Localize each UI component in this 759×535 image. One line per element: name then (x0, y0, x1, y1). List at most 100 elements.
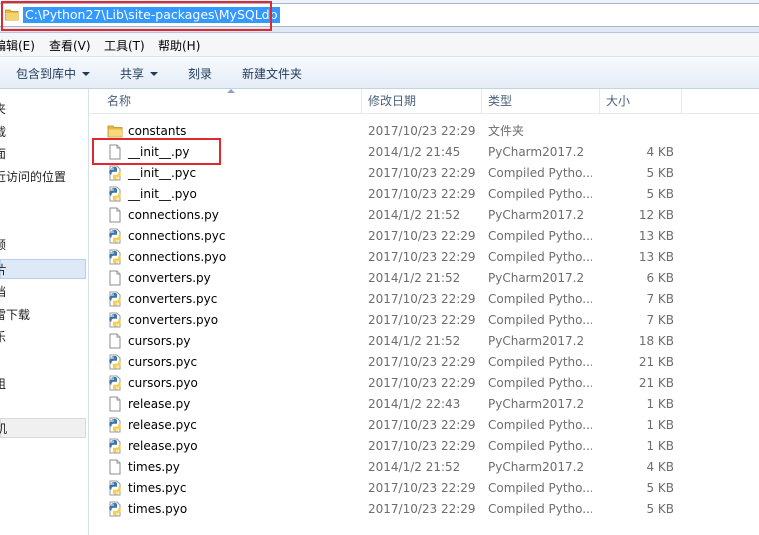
file-name: release.pyo (128, 439, 198, 453)
nav-item[interactable]: 载 (0, 122, 6, 142)
nav-item-selected[interactable]: 片 (0, 259, 86, 279)
file-date: 2017/10/23 22:29 (368, 124, 476, 138)
python-file-icon (107, 165, 123, 181)
file-size: 1 KB (646, 418, 674, 432)
file-row[interactable]: times.pyo 2017/10/23 22:29 Compiled Pytho.… (89, 499, 759, 520)
menu-bar: 编辑(E) 查看(V) 工具(T) 帮助(H) (0, 33, 759, 57)
file-date: 2017/10/23 22:29 (368, 481, 476, 495)
nav-item[interactable]: 组 (0, 374, 6, 394)
file-name: cursors.pyo (128, 376, 198, 390)
file-date: 2017/10/23 22:29 (368, 250, 476, 264)
file-row[interactable]: cursors.pyc 2017/10/23 22:29 Compiled Pyth… (89, 352, 759, 373)
python-file-icon (107, 228, 123, 244)
file-row[interactable]: connections.py 2014/1/2 21:52 PyCharm2017.… (89, 205, 759, 226)
file-name: cursors.py (128, 334, 191, 348)
file-type: Compiled Pytho... (488, 481, 592, 495)
include-in-library-button[interactable]: 包含到库中 (16, 65, 91, 82)
file-row[interactable]: converters.py 2014/1/2 21:52 PyCharm2017.2… (89, 268, 759, 289)
file-type: PyCharm2017.2 (488, 397, 585, 411)
file-row[interactable]: converters.pyc 2017/10/23 22:29 Compiled P… (89, 289, 759, 310)
file-size: 12 KB (638, 208, 674, 222)
file-size: 1 KB (646, 439, 674, 453)
share-label: 共享 (120, 67, 145, 81)
python-file-icon (107, 438, 123, 454)
file-type: Compiled Pytho... (488, 187, 592, 201)
nav-item[interactable]: 乐 (0, 327, 6, 347)
nav-item[interactable]: 频 (0, 235, 6, 255)
file-date: 2017/10/23 22:29 (368, 292, 476, 306)
file-type: Compiled Pytho... (488, 418, 592, 432)
file-row[interactable]: times.py 2014/1/2 21:52 PyCharm2017.2 4 KB (89, 457, 759, 478)
column-header-row: 名称 修改日期 类型 大小 (89, 89, 759, 114)
file-type: Compiled Pytho... (488, 355, 592, 369)
file-size: 4 KB (646, 145, 674, 159)
file-size (594, 121, 674, 142)
file-size: 5 KB (646, 166, 674, 180)
address-highlight-box (1, 1, 272, 31)
file-name: times.pyc (128, 481, 187, 495)
file-name: cursors.pyc (128, 355, 198, 369)
file-name: times.pyo (128, 502, 188, 516)
chevron-down-icon (150, 72, 159, 76)
file-row[interactable]: release.pyo 2017/10/23 22:29 Compiled Pyth… (89, 436, 759, 457)
file-row[interactable]: __init__.pyc 2017/10/23 22:29 Compiled Pyt… (89, 163, 759, 184)
file-name: converters.pyo (128, 313, 219, 327)
new-folder-button[interactable]: 新建文件夹 (242, 65, 302, 82)
file-size: 1 KB (646, 397, 674, 411)
file-size: 21 KB (638, 355, 674, 369)
share-button[interactable]: 共享 (120, 65, 159, 82)
menu-tools[interactable]: 工具(T) (104, 37, 145, 54)
menu-view[interactable]: 查看(V) (49, 37, 91, 54)
file-size: 7 KB (646, 292, 674, 306)
column-name[interactable]: 名称 (101, 89, 362, 113)
burn-button[interactable]: 刻录 (188, 65, 212, 82)
python-file-icon (107, 480, 123, 496)
navigation-pane: 夹 载 面 近访问的位置 频 片 档 雷下载 乐 组 机 (0, 89, 89, 535)
nav-item-downloads[interactable]: 雷下载 (0, 305, 30, 325)
nav-item[interactable]: 档 (0, 282, 6, 302)
file-row[interactable]: __init__.pyo 2017/10/23 22:29 Compiled Pyt… (89, 184, 759, 205)
file-row[interactable]: cursors.py 2014/1/2 21:52 PyCharm2017.2 18 … (89, 331, 759, 352)
file-size: 21 KB (638, 376, 674, 390)
file-name: __init__.pyo (128, 187, 197, 201)
file-row[interactable]: release.pyc 2017/10/23 22:29 Compiled Pyth… (89, 415, 759, 436)
file-name: release.py (128, 397, 191, 411)
file-type: Compiled Pytho... (488, 439, 592, 453)
file-row[interactable]: converters.pyo 2017/10/23 22:29 Compiled P… (89, 310, 759, 331)
file-type: Compiled Pytho... (488, 502, 592, 516)
file-row[interactable]: connections.pyo 2017/10/23 22:29 Compiled … (89, 247, 759, 268)
column-type[interactable]: 类型 (482, 89, 600, 113)
file-name: connections.py (128, 208, 219, 222)
file-date: 2017/10/23 22:29 (368, 313, 476, 327)
column-date[interactable]: 修改日期 (362, 89, 482, 113)
file-type: Compiled Pytho... (488, 229, 592, 243)
nav-item[interactable]: 面 (0, 144, 6, 164)
file-name: release.pyc (128, 418, 197, 432)
file-list: 名称 修改日期 类型 大小 constants 2017/10/23 22:29 文… (89, 89, 759, 535)
nav-item[interactable]: 夹 (0, 99, 6, 119)
menu-help[interactable]: 帮助(H) (158, 37, 200, 54)
file-size: 4 KB (646, 460, 674, 474)
file-name: converters.pyc (128, 292, 218, 306)
file-row[interactable]: cursors.pyo 2017/10/23 22:29 Compiled Pyth… (89, 373, 759, 394)
file-row[interactable]: times.pyc 2017/10/23 22:29 Compiled Pytho.… (89, 478, 759, 499)
file-date: 2017/10/23 22:29 (368, 355, 476, 369)
file-row[interactable]: release.py 2014/1/2 22:43 PyCharm2017.2 1 K… (89, 394, 759, 415)
python-file-icon (107, 354, 123, 370)
file-size: 6 KB (646, 271, 674, 285)
file-row[interactable]: connections.pyc 2017/10/23 22:29 Compiled … (89, 226, 759, 247)
folder-icon (107, 123, 123, 139)
blank-file-icon (107, 396, 123, 412)
menu-edit[interactable]: 编辑(E) (0, 37, 35, 54)
file-type: PyCharm2017.2 (488, 208, 585, 222)
nav-item-computer[interactable]: 机 (0, 418, 86, 438)
file-size: 13 KB (638, 250, 674, 264)
file-type: PyCharm2017.2 (488, 460, 585, 474)
python-file-icon (107, 186, 123, 202)
nav-item-recent-places[interactable]: 近访问的位置 (0, 167, 66, 187)
file-date: 2017/10/23 22:29 (368, 502, 476, 516)
column-size[interactable]: 大小 (600, 89, 682, 113)
file-type: Compiled Pytho... (488, 313, 592, 327)
file-name: connections.pyc (128, 229, 226, 243)
file-type: Compiled Pytho... (488, 250, 592, 264)
